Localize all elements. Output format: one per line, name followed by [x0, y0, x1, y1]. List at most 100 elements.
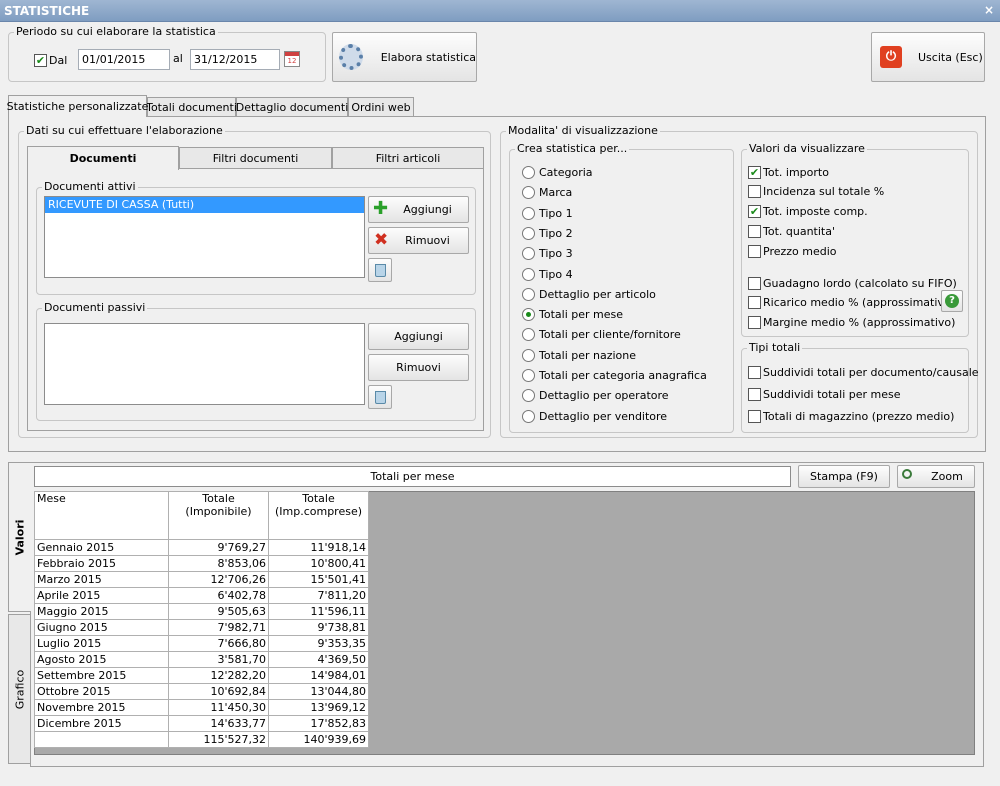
checkbox-label: Margine medio % (approssimativo): [763, 316, 956, 329]
checkbox-label: Guadagno lordo (calcolato su FIFO): [763, 277, 957, 290]
radio-option[interactable]: [522, 287, 535, 301]
checkbox[interactable]: [748, 277, 761, 290]
table-row[interactable]: Gennaio 2015 9'769,27 11'918,14: [34, 539, 369, 556]
table-row[interactable]: Ottobre 2015 10'692,84 13'044,80: [34, 683, 369, 700]
stampa-button[interactable]: Stampa (F9): [798, 465, 890, 488]
table-row[interactable]: Aprile 2015 6'402,78 7'811,20: [34, 587, 369, 604]
table-cell: Marzo 2015: [34, 571, 169, 588]
radio-option[interactable]: [522, 267, 535, 281]
results-title: Totali per mese: [370, 470, 455, 483]
calendar-icon[interactable]: 12: [284, 51, 300, 67]
documenti-passivi-list[interactable]: [44, 323, 365, 405]
checkbox[interactable]: ✔: [748, 205, 761, 218]
tab-filtri-documenti[interactable]: Filtri documenti: [179, 147, 332, 168]
checkbox[interactable]: [748, 245, 761, 258]
valori-label: Valori da visualizzare: [747, 142, 867, 155]
tab-statistiche-personalizzate[interactable]: Statistiche personalizzate: [7, 95, 148, 117]
checkbox-label: Totali di magazzino (prezzo medio): [763, 410, 955, 423]
help-icon[interactable]: ?: [941, 290, 963, 312]
tab-valori[interactable]: Valori: [8, 462, 31, 612]
table-cell: 11'596,11: [268, 603, 369, 620]
table-cell: 12'706,26: [168, 571, 269, 588]
table-cell: Luglio 2015: [34, 635, 169, 652]
dal-label: Dal: [49, 54, 68, 67]
radio-option[interactable]: [522, 226, 535, 240]
table-row[interactable]: Settembre 2015 12'282,20 14'984,01: [34, 667, 369, 684]
power-icon: ⏻: [880, 46, 902, 68]
tab-filtri-articoli[interactable]: Filtri articoli: [332, 147, 484, 168]
table-row[interactable]: Luglio 2015 7'666,80 9'353,35: [34, 635, 369, 652]
table-cell: 13'969,12: [268, 699, 369, 716]
table-row[interactable]: Novembre 2015 11'450,30 13'969,12: [34, 699, 369, 716]
crea-statistica-label: Crea statistica per...: [515, 142, 630, 155]
table-row[interactable]: Giugno 2015 7'982,71 9'738,81: [34, 619, 369, 636]
table-row[interactable]: Dicembre 2015 14'633,77 17'852,83: [34, 715, 369, 732]
radio-option-label: Totali per cliente/fornitore: [539, 328, 681, 342]
tab-dettaglio-documenti[interactable]: Dettaglio documenti: [236, 97, 348, 117]
aggiungi-passivi-button[interactable]: Aggiungi: [368, 323, 469, 350]
radio-option[interactable]: [522, 409, 535, 423]
checkbox[interactable]: [748, 316, 761, 329]
tab-totali-documenti[interactable]: Totali documenti: [146, 97, 237, 117]
checkbox[interactable]: [748, 185, 761, 198]
zoom-button[interactable]: Zoom: [897, 465, 975, 488]
table-cell: 6'402,78: [168, 587, 269, 604]
radio-option[interactable]: [522, 166, 535, 179]
close-icon[interactable]: ×: [984, 3, 994, 17]
table-cell: 10'692,84: [168, 683, 269, 700]
checkbox[interactable]: [748, 366, 761, 379]
radio-option-label: Tipo 4: [539, 267, 573, 281]
column-header[interactable]: Mese: [34, 491, 169, 540]
radio-option[interactable]: [522, 308, 535, 322]
period-group-label: Periodo su cui elaborare la statistica: [14, 25, 218, 38]
table-cell: Dicembre 2015: [34, 715, 169, 732]
checkbox[interactable]: [748, 410, 761, 423]
table-row[interactable]: Maggio 2015 9'505,63 11'596,11: [34, 603, 369, 620]
table-row[interactable]: Febbraio 2015 8'853,06 10'800,41: [34, 555, 369, 572]
radio-option[interactable]: [522, 369, 535, 382]
column-header[interactable]: Totale (Imponibile): [168, 491, 269, 540]
rimuovi-passivi-button[interactable]: Rimuovi: [368, 354, 469, 381]
documenti-attivi-list[interactable]: RICEVUTE DI CASSA (Tutti): [44, 196, 365, 278]
radio-option[interactable]: [522, 206, 535, 220]
checkbox-label: Tot. importo: [763, 166, 829, 179]
checkbox[interactable]: [748, 388, 761, 401]
checkbox-label: Tot. imposte comp.: [763, 205, 868, 218]
magnifier-icon: [902, 469, 912, 479]
column-header[interactable]: Totale (Imp.comprese): [268, 491, 369, 540]
tab-grafico[interactable]: Grafico: [8, 614, 31, 764]
table-cell: 7'811,20: [268, 587, 369, 604]
aggiungi-attivi-button[interactable]: ✚ Aggiungi: [368, 196, 469, 223]
documenti-passivi-label: Documenti passivi: [42, 301, 148, 314]
recycle-bin-icon: [375, 391, 386, 404]
table-cell: 9'738,81: [268, 619, 369, 636]
tab-documenti[interactable]: Documenti: [27, 146, 179, 170]
list-item[interactable]: RICEVUTE DI CASSA (Tutti): [45, 197, 364, 213]
checkbox[interactable]: ✔: [748, 166, 761, 179]
radio-option-label: Tipo 3: [539, 247, 573, 261]
checkbox[interactable]: [748, 296, 761, 309]
radio-option-label: Tipo 1: [539, 206, 573, 220]
from-date-input[interactable]: [78, 49, 170, 70]
table-cell: Aprile 2015: [34, 587, 169, 604]
tipi-totali-label: Tipi totali: [747, 341, 803, 354]
x-remove-icon: ✖: [374, 230, 389, 250]
radio-option[interactable]: [522, 348, 535, 362]
to-date-input[interactable]: [190, 49, 280, 70]
checkbox[interactable]: [748, 225, 761, 238]
table-cell: 9'769,27: [168, 539, 269, 556]
table-row[interactable]: Agosto 2015 3'581,70 4'369,50: [34, 651, 369, 668]
recycle-bin-passivi-button[interactable]: [368, 385, 392, 409]
uscita-button[interactable]: ⏻ Uscita (Esc): [871, 32, 985, 82]
table-row[interactable]: 115'527,32 140'939,69: [34, 731, 369, 748]
tab-ordini-web[interactable]: Ordini web: [348, 97, 414, 117]
table-row[interactable]: Marzo 2015 12'706,26 15'501,41: [34, 571, 369, 588]
table-cell: 3'581,70: [168, 651, 269, 668]
rimuovi-attivi-button[interactable]: ✖ Rimuovi: [368, 227, 469, 254]
elabora-button[interactable]: Elabora statistica: [332, 32, 477, 82]
recycle-bin-attivi-button[interactable]: [368, 258, 392, 282]
table-cell: 140'939,69: [268, 731, 369, 748]
checkbox-label: Suddividi totali per mese: [763, 388, 901, 401]
dal-checkbox[interactable]: ✔: [34, 54, 47, 67]
table-cell: 14'984,01: [268, 667, 369, 684]
